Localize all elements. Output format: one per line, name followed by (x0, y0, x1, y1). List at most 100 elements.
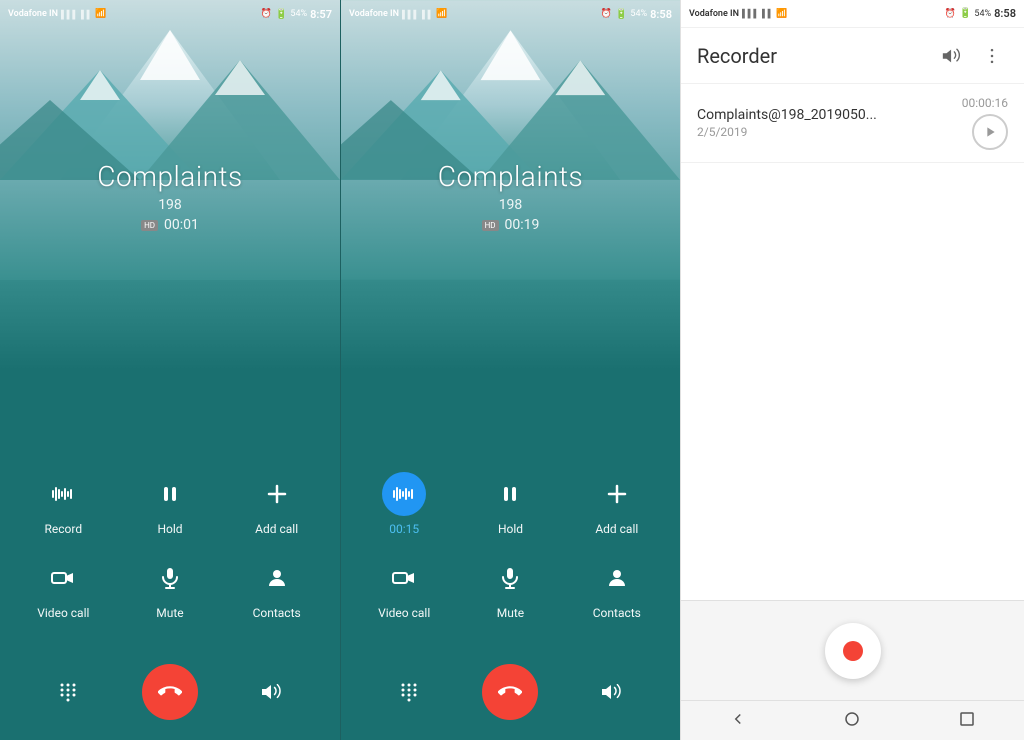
status-left-1: Vodafone IN ▌▌▌ ▌▌ 📶 (8, 9, 107, 19)
back-nav-icon[interactable] (729, 710, 747, 732)
recording-list: Complaints@198_2019050... 2/5/2019 00:00… (681, 84, 1024, 600)
mute-button-1[interactable]: Mute (130, 556, 210, 620)
status-right-1: ⏰ 🔋 54% 8:57 (261, 8, 332, 21)
mute-label-1: Mute (156, 606, 183, 620)
controls-row2-1: Video call Mute (10, 556, 330, 620)
recording-duration-0: 00:00:16 (962, 96, 1008, 110)
hd-badge-2: HD (482, 220, 499, 231)
recorder-nav-bar (681, 700, 1024, 740)
recording-right-0: 00:00:16 (962, 96, 1008, 150)
video-call-button-2[interactable]: Video call (364, 556, 444, 620)
volume-icon[interactable] (936, 40, 968, 72)
phone-screen-2: Vodafone IN ▌▌▌ ▌▌ 📶 ⏰ 🔋 54% 8:58 Compla… (340, 0, 680, 740)
recorder-status-left: Vodafone IN ▌▌▌ ▌▌ 📶 (689, 9, 788, 19)
call-duration-2: 00:19 (505, 217, 540, 233)
controls-row1-2: 00:15 Hold (351, 472, 670, 536)
call-info-2: Complaints 198 HD 00:19 (341, 160, 680, 233)
more-options-icon[interactable] (976, 40, 1008, 72)
hold-icon-1 (148, 472, 192, 516)
call-duration-1: 00:01 (164, 217, 199, 233)
video-call-icon-2 (382, 556, 426, 600)
contacts-button-2[interactable]: Contacts (577, 556, 657, 620)
status-time-1: 8:57 (310, 8, 332, 21)
record-dot-icon (843, 641, 863, 661)
recorder-time: 8:58 (994, 7, 1016, 20)
speaker-button-1[interactable] (250, 670, 294, 714)
rec-carrier1: Vodafone IN (689, 9, 739, 19)
video-call-label-2: Video call (378, 606, 430, 620)
hold-label-1: Hold (157, 522, 182, 536)
end-call-button-1[interactable] (142, 664, 198, 720)
bottom-actions-1 (0, 664, 340, 720)
carrier2-label: Vodafone IN (349, 9, 399, 19)
status-time-2: 8:58 (650, 8, 672, 21)
caller-name-2: Complaints (341, 160, 680, 193)
record-label-1: Record (45, 522, 83, 536)
mountain-background-2 (341, 0, 680, 280)
contacts-label-1: Contacts (253, 606, 301, 620)
start-record-button[interactable] (825, 623, 881, 679)
recording-date-0: 2/5/2019 (697, 125, 962, 139)
battery-icon-1: 🔋 (275, 9, 287, 20)
play-button-0[interactable] (972, 114, 1008, 150)
mountain-background-1 (0, 0, 340, 280)
speaker-button-2[interactable] (590, 670, 634, 714)
contacts-label-2: Contacts (593, 606, 641, 620)
caller-number-2: 198 (341, 197, 680, 213)
status-left-2: Vodafone IN ▌▌▌ ▌▌ 📶 (349, 9, 448, 19)
contacts-icon-1 (255, 556, 299, 600)
status-bar-1: Vodafone IN ▌▌▌ ▌▌ 📶 ⏰ 🔋 54% 8:57 (0, 0, 340, 28)
recorder-header: Recorder (681, 28, 1024, 84)
call-duration-row-2: HD 00:19 (341, 217, 680, 233)
rec-battery-icon: 🔋 (959, 8, 971, 19)
recording-info-0: Complaints@198_2019050... 2/5/2019 (697, 107, 962, 139)
mute-icon-1 (148, 556, 192, 600)
record-button-2[interactable]: 00:15 (364, 472, 444, 536)
mute-label-2: Mute (497, 606, 524, 620)
hold-button-2[interactable]: Hold (470, 472, 550, 536)
contacts-button-1[interactable]: Contacts (237, 556, 317, 620)
recorder-panel: Vodafone IN ▌▌▌ ▌▌ 📶 ⏰ 🔋 54% 8:58 Record… (680, 0, 1024, 740)
video-call-label-1: Video call (37, 606, 89, 620)
hd-badge-1: HD (141, 220, 158, 231)
record-icon-2 (382, 472, 426, 516)
carrier1-label: Vodafone IN (8, 9, 58, 19)
mute-button-2[interactable]: Mute (470, 556, 550, 620)
status-right-2: ⏰ 🔋 54% 8:58 (601, 8, 672, 21)
controls-row1-1: Record Hold (10, 472, 330, 536)
hold-icon-2 (488, 472, 532, 516)
recorder-bottom (681, 600, 1024, 700)
add-call-icon-1 (255, 472, 299, 516)
mute-icon-2 (488, 556, 532, 600)
dialpad-button-2[interactable] (387, 670, 431, 714)
call-duration-row-1: HD 00:01 (0, 217, 340, 233)
dialpad-button-1[interactable] (46, 670, 90, 714)
bottom-actions-2 (341, 664, 680, 720)
add-call-button-2[interactable]: Add call (577, 472, 657, 536)
status-bar-2: Vodafone IN ▌▌▌ ▌▌ 📶 ⏰ 🔋 54% 8:58 (341, 0, 680, 28)
recents-nav-icon[interactable] (958, 710, 976, 732)
hold-button-1[interactable]: Hold (130, 472, 210, 536)
home-nav-icon[interactable] (843, 710, 861, 732)
recorder-header-icons (936, 40, 1008, 72)
add-call-button-1[interactable]: Add call (237, 472, 317, 536)
phone-screen-1: Vodafone IN ▌▌▌ ▌▌ 📶 ⏰ 🔋 54% 8:57 Compla… (0, 0, 340, 740)
call-info-1: Complaints 198 HD 00:01 (0, 160, 340, 233)
recorder-status-bar: Vodafone IN ▌▌▌ ▌▌ 📶 ⏰ 🔋 54% 8:58 (681, 0, 1024, 28)
contacts-icon-2 (595, 556, 639, 600)
recording-item-0[interactable]: Complaints@198_2019050... 2/5/2019 00:00… (681, 84, 1024, 163)
end-call-button-2[interactable] (482, 664, 538, 720)
hold-label-2: Hold (498, 522, 523, 536)
recording-timer-label: 00:15 (389, 522, 419, 536)
caller-name-1: Complaints (0, 160, 340, 193)
controls-row2-2: Video call Mute (351, 556, 670, 620)
caller-number-1: 198 (0, 197, 340, 213)
video-call-icon-1 (41, 556, 85, 600)
call-controls-2: 00:15 Hold (341, 472, 680, 640)
recorder-status-right: ⏰ 🔋 54% 8:58 (945, 7, 1016, 20)
recorder-title: Recorder (697, 44, 777, 68)
battery-icon-2: 🔋 (615, 9, 627, 20)
video-call-button-1[interactable]: Video call (23, 556, 103, 620)
record-button-1[interactable]: Record (23, 472, 103, 536)
add-call-label-1: Add call (255, 522, 298, 536)
